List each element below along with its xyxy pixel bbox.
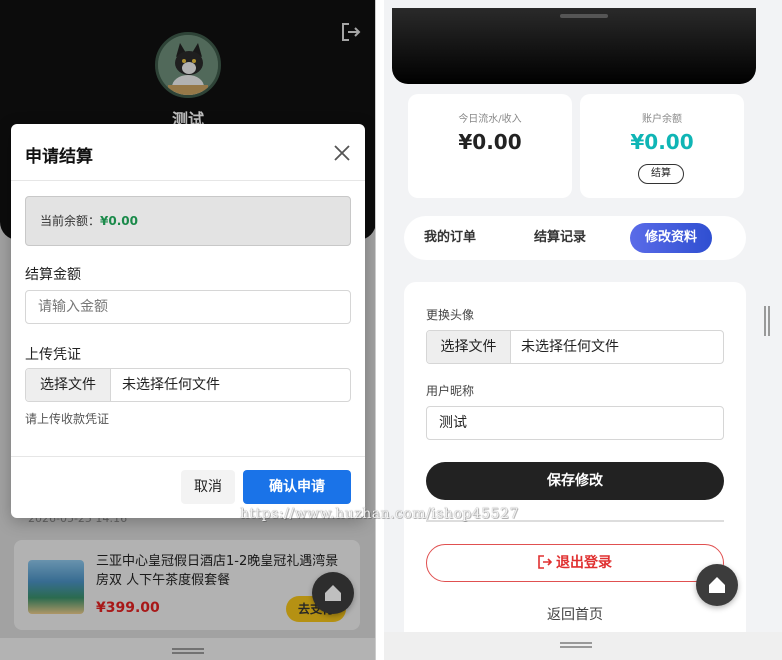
logout-icon [538, 555, 553, 569]
voucher-file-input[interactable]: 选择文件 未选择任何文件 [25, 368, 351, 402]
tab-my-orders[interactable]: 我的订单 [424, 216, 476, 260]
balance-value: ¥0.00 [100, 214, 138, 228]
logout-label: 退出登录 [556, 555, 612, 571]
choose-file-button[interactable]: 选择文件 [427, 331, 511, 363]
dialog-title: 申请结算 [25, 147, 93, 167]
amount-label: 结算金额 [25, 267, 81, 283]
tab-settlement-records[interactable]: 结算记录 [534, 216, 586, 260]
left-screen: 测试 2026-05-25 14:16 三亚中心皇冠假日酒店1-2晚皇冠礼遇湾景… [0, 0, 376, 660]
home-button[interactable] [696, 564, 738, 606]
divider [11, 180, 365, 181]
avatar-file-input[interactable]: 选择文件 未选择任何文件 [426, 330, 724, 364]
avatar-change-label: 更换头像 [426, 308, 475, 322]
tab-bar: 我的订单 结算记录 修改资料 [404, 216, 746, 260]
profile-header [392, 8, 756, 84]
scrollbar-handle[interactable] [764, 306, 772, 336]
confirm-apply-button[interactable]: 确认申请 [243, 470, 351, 504]
home-icon [709, 577, 725, 593]
file-status: 未选择任何文件 [521, 339, 619, 355]
close-icon[interactable] [333, 144, 351, 162]
save-changes-button[interactable]: 保存修改 [426, 462, 724, 500]
nickname-input[interactable]: 测试 [426, 406, 724, 440]
settle-button[interactable]: 结算 [638, 164, 684, 184]
edit-profile-form: 更换头像 选择文件 未选择任何文件 用户昵称 测试 保存修改 退出登录 返回首页 [404, 282, 746, 660]
back-home-link[interactable]: 返回首页 [404, 604, 746, 624]
right-screen: 今日流水/收入 ¥0.00 账户余额 ¥0.00 结算 我的订单 结算记录 修改… [384, 0, 782, 660]
today-income-card: 今日流水/收入 ¥0.00 [408, 94, 572, 198]
cancel-button[interactable]: 取消 [181, 470, 235, 504]
bottom-drag-bar [384, 632, 782, 660]
divider [11, 456, 365, 457]
today-income-value: ¥0.00 [458, 130, 522, 154]
current-balance-box: 当前余额：¥0.00 [25, 196, 351, 246]
file-status: 未选择任何文件 [122, 377, 220, 393]
tab-edit-profile[interactable]: 修改资料 [630, 223, 712, 253]
amount-input[interactable] [25, 290, 351, 324]
account-balance-card: 账户余额 ¥0.00 结算 [580, 94, 744, 198]
account-balance-value: ¥0.00 [630, 130, 694, 154]
voucher-hint: 请上传收款凭证 [25, 412, 110, 426]
watermark-text: https://www.huzhan.com/ishop45527 [240, 506, 519, 522]
logout-button[interactable]: 退出登录 [426, 544, 724, 582]
settlement-dialog: 申请结算 当前余额：¥0.00 结算金额 上传凭证 选择文件 未选择任何文件 请… [11, 124, 365, 518]
today-income-label: 今日流水/收入 [458, 114, 522, 125]
choose-file-button[interactable]: 选择文件 [26, 369, 111, 401]
nickname-label: 用户昵称 [426, 384, 475, 398]
voucher-label: 上传凭证 [25, 347, 81, 363]
account-balance-label: 账户余额 [642, 114, 682, 125]
balance-label: 当前余额： [40, 214, 101, 228]
